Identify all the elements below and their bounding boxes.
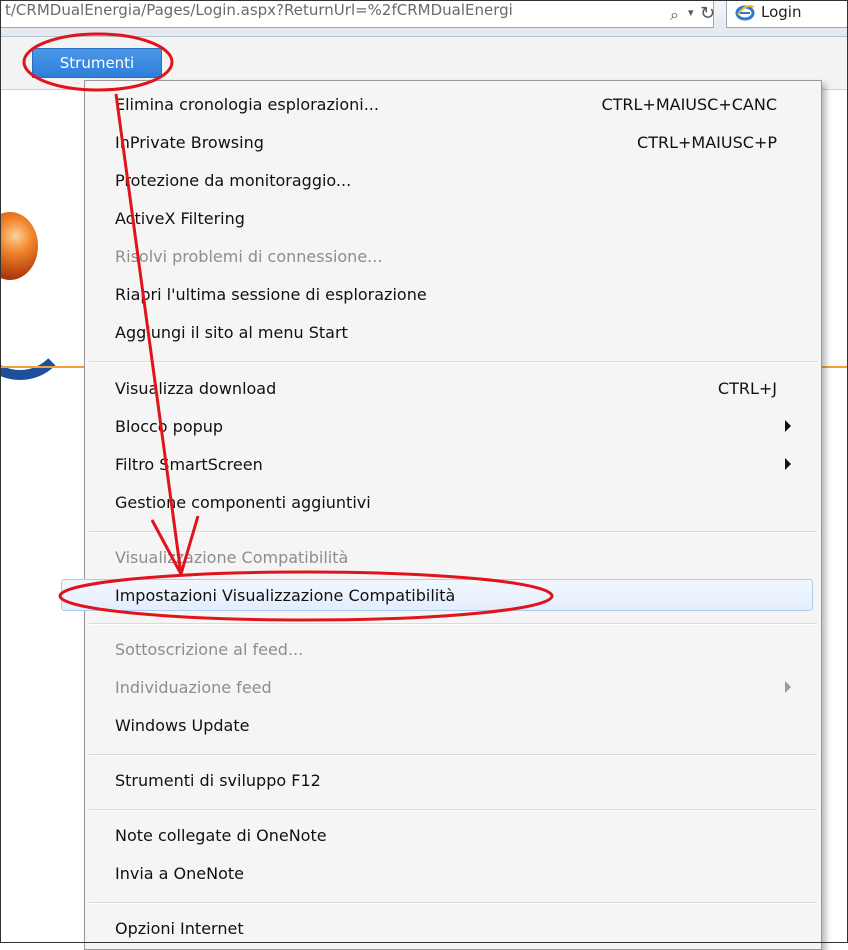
browser-tab[interactable]: Login — [726, 0, 848, 28]
menu-item-label: Windows Update — [115, 716, 250, 735]
submenu-arrow-icon — [785, 420, 791, 432]
menu-item-riapri-sessione[interactable]: Riapri l'ultima sessione di esplorazione — [85, 276, 821, 314]
menu-item-label: Elimina cronologia esplorazioni... — [115, 95, 379, 114]
menu-item-elimina-cronologia[interactable]: Elimina cronologia esplorazioni... CTRL+… — [85, 86, 821, 124]
refresh-icon[interactable]: ↻ — [700, 3, 715, 24]
menu-item-individuazione-feed: Individuazione feed — [85, 669, 821, 707]
menu-item-label: Invia a OneNote — [115, 864, 245, 883]
menu-item-label: Opzioni Internet — [115, 919, 244, 938]
menu-separator — [89, 361, 817, 363]
menu-item-impostazioni-compatibilita[interactable]: Impostazioni Visualizzazione Compatibili… — [61, 577, 821, 615]
menu-item-risolvi: Risolvi problemi di connessione... — [85, 238, 821, 276]
menu-item-aggiungi-start[interactable]: Aggiungi il sito al menu Start — [85, 314, 821, 352]
menu-item-opzioni-internet[interactable]: Opzioni Internet — [85, 910, 821, 948]
menu-item-protezione[interactable]: Protezione da monitoraggio... — [85, 162, 821, 200]
menu-item-label: Protezione da monitoraggio... — [115, 171, 352, 190]
menu-item-gestione-componenti[interactable]: Gestione componenti aggiuntivi — [85, 484, 821, 522]
menu-item-label: Risolvi problemi di connessione... — [115, 247, 383, 266]
submenu-arrow-icon — [785, 458, 791, 470]
menu-item-label: Sottoscrizione al feed... — [115, 640, 304, 659]
menu-separator — [89, 809, 817, 811]
menu-item-shortcut: CTRL+MAIUSC+CANC — [601, 95, 777, 114]
url-field[interactable]: t/CRMDualEnergia/Pages/Login.aspx?Return… — [0, 0, 714, 28]
menu-item-label: Strumenti di sviluppo F12 — [115, 771, 321, 790]
menu-item-inprivate[interactable]: InPrivate Browsing CTRL+MAIUSC+P — [85, 124, 821, 162]
menu-item-sottoscrizione-feed: Sottoscrizione al feed... — [85, 631, 821, 669]
menu-item-invia-onenote[interactable]: Invia a OneNote — [85, 855, 821, 893]
menu-item-visualizzazione-compatibilita: Visualizzazione Compatibilità — [85, 539, 821, 577]
menu-item-label: Visualizzazione Compatibilità — [115, 548, 349, 567]
menu-item-blocco-popup[interactable]: Blocco popup — [85, 408, 821, 446]
menu-item-label: Blocco popup — [115, 417, 224, 436]
menu-item-visualizza-download[interactable]: Visualizza download CTRL+J — [85, 370, 821, 408]
menu-item-label: Visualizza download — [115, 379, 277, 398]
menu-item-label: Note collegate di OneNote — [115, 826, 327, 845]
search-icon[interactable]: ⌕ — [670, 5, 679, 25]
menu-item-label: Gestione componenti aggiuntivi — [115, 493, 371, 512]
strumenti-menu-button[interactable]: Strumenti — [32, 48, 162, 78]
menu-separator — [89, 531, 817, 533]
menu-item-note-onenote[interactable]: Note collegate di OneNote — [85, 817, 821, 855]
menu-item-activex[interactable]: ActiveX Filtering — [85, 200, 821, 238]
menu-item-label: InPrivate Browsing — [115, 133, 264, 152]
menu-item-label: Aggiungi il sito al menu Start — [115, 323, 348, 342]
menu-item-label: ActiveX Filtering — [115, 209, 245, 228]
tab-label: Login — [761, 3, 802, 21]
menu-item-label: Impostazioni Visualizzazione Compatibili… — [115, 586, 456, 605]
chevron-down-icon[interactable]: ▾ — [688, 6, 694, 19]
menu-item-shortcut: CTRL+J — [717, 379, 777, 398]
menu-item-filtro-smartscreen[interactable]: Filtro SmartScreen — [85, 446, 821, 484]
menu-item-label: Filtro SmartScreen — [115, 455, 263, 474]
address-bar: t/CRMDualEnergia/Pages/Login.aspx?Return… — [0, 0, 848, 37]
tools-menu: Elimina cronologia esplorazioni... CTRL+… — [61, 80, 822, 950]
menu-item-label: Riapri l'ultima sessione di esplorazione — [115, 285, 427, 304]
menu-item-label: Individuazione feed — [115, 678, 272, 697]
submenu-arrow-icon — [785, 681, 791, 693]
menu-separator — [89, 623, 817, 625]
menu-separator — [89, 754, 817, 756]
menu-separator — [89, 902, 817, 904]
menu-item-shortcut: CTRL+MAIUSC+P — [637, 133, 777, 152]
menu-item-strumenti-sviluppo[interactable]: Strumenti di sviluppo F12 — [85, 762, 821, 800]
menu-item-windows-update[interactable]: Windows Update — [85, 707, 821, 745]
ie-icon — [735, 5, 755, 21]
